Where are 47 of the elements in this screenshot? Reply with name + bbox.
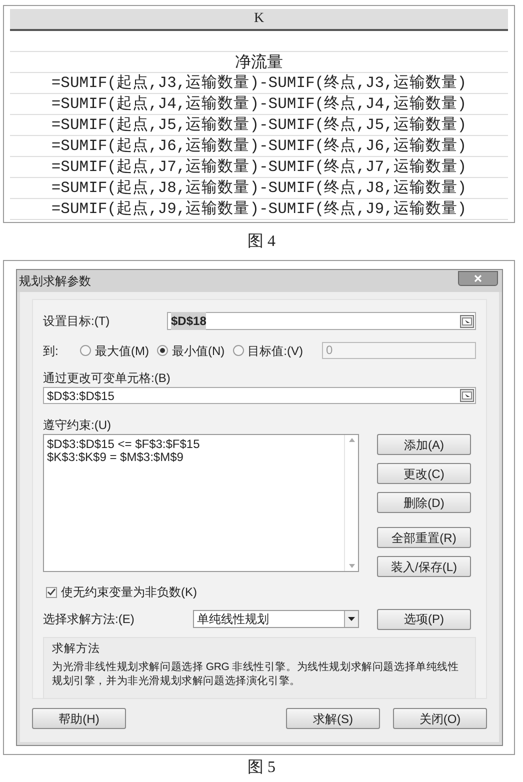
description-text: 为光滑非线性规划求解问题选择 GRG 非线性引擎。为线性规划求解问题选择单纯线性规划引擎，并为非光滑规划求解问题选择演化引擎。 [52,660,460,688]
dialog-button[interactable]: 添加(A) [377,434,471,455]
checkbox-option[interactable]: 使无约束变量为非负数(K) [46,585,476,599]
dialog-button[interactable]: 帮助(H) [32,708,126,729]
table-cell: =SUMIF(起点,J5,运输数量)-SUMIF(终点,J5,运输数量) [10,115,508,136]
scrollbar[interactable] [344,435,358,571]
table-cell: =SUMIF(起点,J8,运输数量)-SUMIF(终点,J8,运输数量) [10,178,508,199]
close-icon [474,274,482,282]
dropdown-arrow-icon [348,617,355,621]
constraint-item[interactable]: $K$3:$K$9 = $M$3:$M$9 [47,451,344,464]
dialog-button[interactable]: 关闭(O) [393,708,487,729]
scroll-down-icon[interactable] [348,564,354,568]
input-field[interactable]: $D$18 [167,312,476,330]
radio-option[interactable]: 目标值:(V) [232,342,304,360]
dialog-button[interactable]: 装入/保存(L) [377,556,471,577]
input-field[interactable]: $D$3:$D$15 [43,387,476,404]
column-header: K [10,9,508,31]
dialog-button[interactable]: 更改(C) [377,463,471,484]
method-dropdown[interactable]: 单纯线性规划 [193,610,359,628]
table-cell: =SUMIF(起点,J9,运输数量)-SUMIF(终点,J9,运输数量) [10,199,508,220]
options-button[interactable]: 选项(P) [377,608,471,630]
range-select-icon[interactable] [460,389,474,402]
range-select-icon[interactable] [460,314,474,328]
check-icon [47,588,56,596]
close-button[interactable] [458,270,498,286]
field-label: 到: [43,342,60,360]
dialog-button[interactable]: 全部重置(R) [377,527,471,548]
constraint-item[interactable]: $D$3:$D$15 <= $F$3:$F$15 [47,438,344,451]
dialog-button[interactable]: 删除(D) [377,492,471,513]
table-cell: =SUMIF(起点,J7,运输数量)-SUMIF(终点,J7,运输数量) [10,157,508,178]
field-label: 遵守约束:(U) [43,418,112,432]
table-cell: =SUMIF(起点,J3,运输数量)-SUMIF(终点,J3,运输数量) [10,73,508,94]
group-title: 求解方法 [52,641,101,657]
window-title: 规划求解参数 [19,273,91,290]
table-cell: 净流量 [10,52,508,73]
constraints-list[interactable]: $D$3:$D$15 <= $F$3:$F$15 $K$3:$K$9 = $M$3:$M$9 [43,434,359,572]
field-label: 设置目标:(T) [43,313,111,330]
figure-caption: 图 5 [248,758,276,778]
radio-option[interactable]: 最小值(N) [157,342,225,360]
table-cell: =SUMIF(起点,J4,运输数量)-SUMIF(终点,J4,运输数量) [10,94,508,115]
radio-option[interactable]: 最大值(M) [80,342,149,360]
scroll-up-icon[interactable] [348,438,354,442]
table-cell: =SUMIF(起点,J6,运输数量)-SUMIF(终点,J6,运输数量) [10,136,508,157]
dialog-button[interactable]: 求解(S) [286,708,380,729]
field-label: 通过更改可变单元格:(B) [43,371,172,385]
field-label: 选择求解方法:(E) [43,611,136,628]
figure-caption: 图 4 [248,232,276,252]
